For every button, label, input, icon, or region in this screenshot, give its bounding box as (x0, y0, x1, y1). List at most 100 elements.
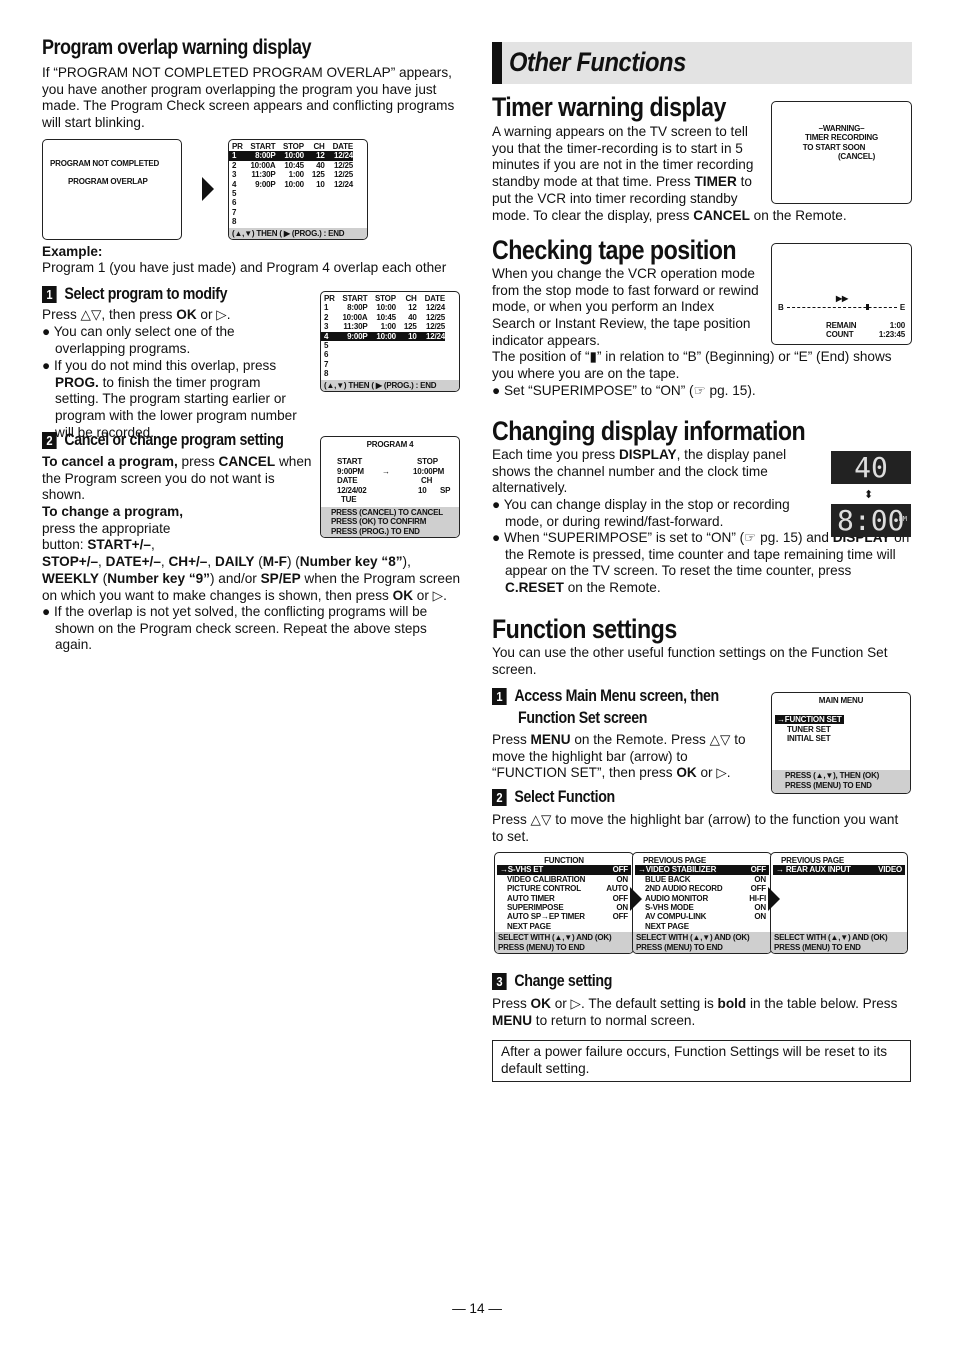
step-title: Change setting (514, 972, 613, 990)
function-item[interactable]: PICTURE CONTROL AUTO (497, 884, 631, 893)
table-cell: 10:45 (376, 312, 396, 322)
function-step2-heading: 2 Select Function (492, 788, 615, 807)
speed-value: SP (440, 485, 451, 495)
table-cell (304, 189, 325, 198)
table-cell: 12/25 (425, 312, 445, 322)
screen-footer-line: SELECT WITH (▲,▼) AND (OK) (774, 933, 888, 943)
table-cell: 12/24 (425, 331, 445, 341)
table-cell: 40 (408, 312, 417, 322)
text-segment: Each time you press (492, 447, 619, 462)
function-item[interactable]: BLUE BACK ON (635, 875, 769, 884)
text-segment: CANCEL (693, 207, 750, 223)
section-banner: Other Functions (492, 42, 912, 84)
table-cell: 5 (232, 189, 237, 199)
table-cell (304, 208, 325, 217)
function-item[interactable]: VIDEO CALIBRATION ON (497, 875, 631, 884)
function-value: ON (616, 903, 628, 913)
table-row: 8 (229, 217, 353, 226)
function-item[interactable]: AUDIO MONITOR HI-FI (635, 894, 769, 903)
screen-footer: (▲,▼) THEN ( ▶ (PROG.) : END (321, 379, 459, 391)
table-cell (367, 360, 395, 369)
function-item[interactable]: →VIDEO STABILIZER OFF (635, 865, 769, 875)
screen-footer: (▲,▼) THEN ( ▶ (PROG.) : END (229, 227, 367, 239)
lcd-clock: 8:00 (837, 504, 905, 537)
function-item[interactable]: NEXT PAGE (497, 922, 631, 931)
table-cell (337, 360, 367, 369)
table-cell: 2 (324, 312, 329, 322)
function-item[interactable]: → REAR AUX INPUT VIDEO (773, 865, 905, 875)
table-cell (396, 369, 417, 378)
banner-title: Other Functions (509, 47, 686, 77)
table-cell: CH (313, 142, 325, 151)
function-step1-heading: 1 Access Main Menu screen, then (492, 687, 719, 706)
table-cell (275, 208, 303, 217)
table-cell: 9:00P (347, 331, 368, 341)
table-row: 2 10:00A 10:45 40 12/25 (321, 313, 445, 322)
screen-line: (CANCEL) (837, 152, 876, 162)
text-segment: If “PROGRAM NOT COMPLETED PROGRAM OVERLA… (42, 65, 455, 131)
example-text: Program 1 (you have just made) and Progr… (42, 260, 447, 275)
text-segment: Press △▽ to move the highlight bar (arro… (492, 812, 899, 844)
table-cell (337, 369, 367, 378)
table-cell (417, 350, 445, 359)
table-cell: 10:00A (250, 160, 276, 170)
table-cell: CH (405, 294, 417, 303)
function-item[interactable]: →S-VHS ET OFF (497, 865, 631, 875)
table-row: 2 10:00A 10:45 40 12/25 (229, 161, 353, 170)
table-cell: 12/25 (333, 160, 353, 170)
table-cell (367, 350, 395, 359)
step1-text: Press △▽, then press OK or ▷. (42, 307, 312, 324)
step1-bullet: ● If you do not mind this overlap, press… (42, 358, 307, 442)
start-label: START (337, 457, 363, 467)
function-item[interactable]: AUTO SP→EP TIMER OFF (497, 912, 631, 921)
function-item[interactable]: 2ND AUDIO RECORD OFF (635, 884, 769, 893)
table-cell: STOP (283, 142, 304, 151)
overlap-warning-screen: PROGRAM NOT COMPLETED PROGRAM OVERLAP (42, 139, 182, 240)
table-cell: 12/24 (333, 151, 353, 161)
menu-item-tuner-set[interactable]: TUNER SET (772, 725, 910, 734)
function-value: HI-FI (749, 893, 766, 903)
function-name: AUDIO MONITOR (645, 893, 709, 903)
menu-item-initial-set[interactable]: INITIAL SET (772, 734, 910, 743)
screen-title: FUNCTION (544, 856, 584, 865)
function-value: ON (754, 903, 766, 913)
function-name: BLUE BACK (645, 874, 691, 884)
table-cell: STOP (375, 294, 396, 303)
text-segment: PROG. (55, 374, 99, 390)
function-step1-text: Press MENU on the Remote. Press △▽ to mo… (492, 732, 764, 782)
function-step3-text: Press OK or ▷. The default setting is bo… (492, 996, 912, 1029)
text-segment: DISPLAY (618, 447, 677, 462)
function-set-screen-2: PREVIOUS PAGE →VIDEO STABILIZER OFF BLUE BA… (632, 852, 772, 954)
step2-cancel-text: To cancel a program, press CANCEL when t… (42, 454, 314, 504)
function-value: OFF (612, 865, 629, 875)
menu-item-function-set[interactable]: →FUNCTION SET (775, 715, 844, 725)
table-cell: 8:00P (255, 151, 276, 161)
step-number: 1 (492, 688, 507, 705)
function-item[interactable]: SUPERIMPOSE ON (497, 903, 631, 912)
function-item[interactable]: AUTO TIMER OFF (497, 894, 631, 903)
table-cell: 3 (232, 170, 237, 180)
function-item[interactable]: NEXT PAGE (635, 922, 769, 931)
table-cell: 10:00 (376, 331, 396, 341)
step-number: 1 (42, 286, 57, 303)
table-cell: 8 (324, 369, 329, 379)
function-item[interactable]: S-VHS MODE ON (635, 903, 769, 912)
step-number: 2 (492, 789, 507, 806)
function-name: →VIDEO STABILIZER (638, 865, 717, 875)
screen-line: PROGRAM NOT COMPLETED (50, 159, 160, 168)
arrow-right-icon (202, 177, 214, 201)
table-cell: 1:00 (380, 322, 396, 332)
screen-title: PREVIOUS PAGE (781, 856, 845, 865)
function-item[interactable]: AV COMPU-LINK ON (635, 912, 769, 921)
banner-bar (492, 42, 502, 84)
count-value: 1:23:45 (878, 330, 905, 340)
table-cell: 10:00A (342, 312, 368, 322)
function-value: OFF (612, 893, 629, 903)
text-segment: or ▷. (196, 307, 231, 322)
text-segment: To cancel a program, (42, 454, 178, 469)
text-segment: OK (392, 587, 414, 603)
table-header: PR START STOP CH DATE (321, 294, 445, 303)
text-segment: Press (492, 732, 531, 747)
step-title: Select Function (514, 788, 615, 806)
tape-position-screen: ▶▶ B E REMAIN 1:00 COUNT 1:23:45 (771, 243, 912, 345)
